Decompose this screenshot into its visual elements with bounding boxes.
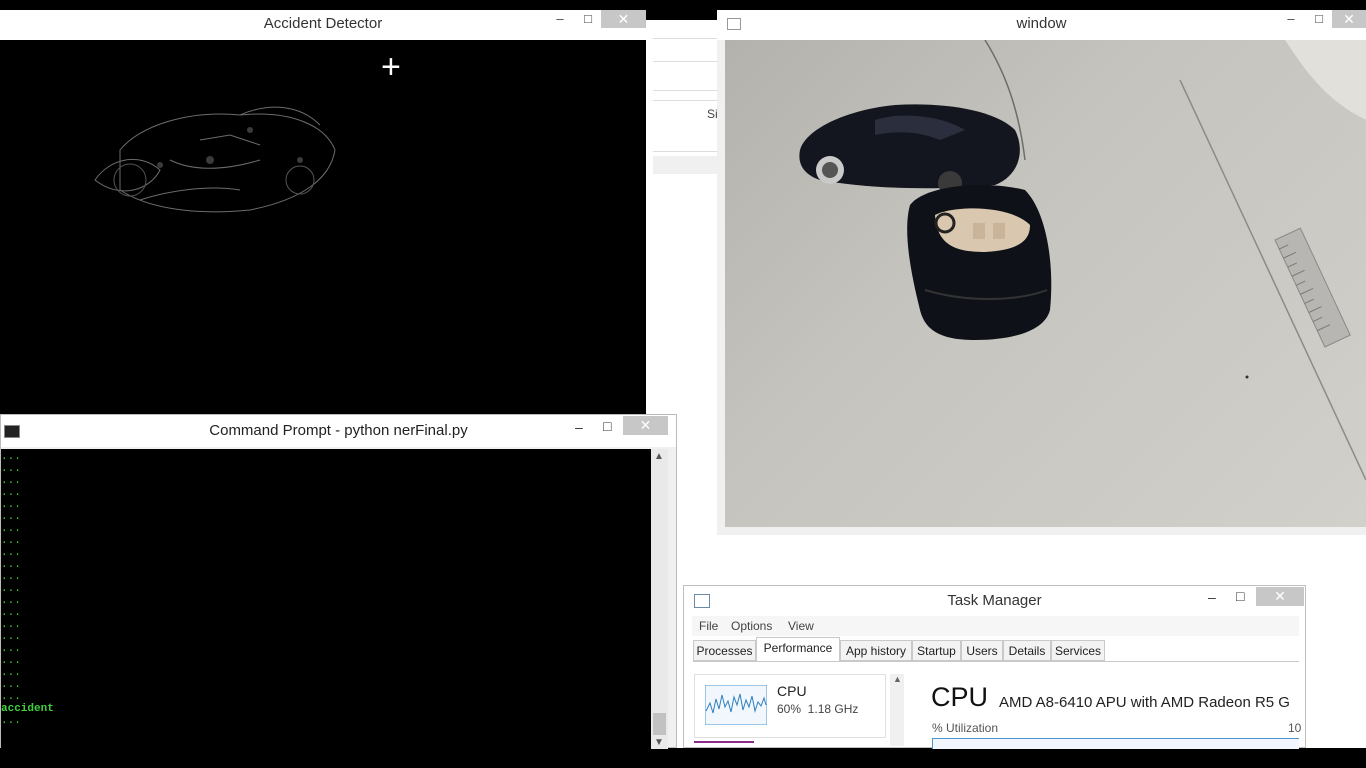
cpu-card-stats: 60% 1.18 GHz — [777, 702, 859, 716]
close-button[interactable]: ✕ — [1256, 587, 1304, 606]
scroll-down-icon[interactable]: ▼ — [654, 737, 664, 748]
console-line: ... — [1, 643, 21, 655]
tab-details[interactable]: Details — [1003, 640, 1051, 661]
utilization-max: 10 — [1288, 721, 1302, 735]
task-manager-window[interactable]: Task Manager – □ ✕ File Options View Pro… — [683, 585, 1306, 749]
camera-image — [799, 40, 1366, 481]
video-frame — [725, 40, 1366, 527]
minimize-button[interactable]: – — [1283, 10, 1299, 30]
video-window[interactable]: window – □ ✕ — [717, 10, 1366, 535]
minimize-button[interactable]: – — [575, 419, 583, 435]
console-line: ... — [1, 559, 21, 571]
menu-options[interactable]: Options — [731, 619, 772, 633]
close-button[interactable]: ✕ — [601, 10, 646, 28]
accident-window-titlebar[interactable]: Accident Detector – □ ✕ — [0, 10, 646, 41]
console-line: ... — [1, 523, 21, 535]
strip-row — [653, 68, 717, 91]
tab-processes[interactable]: Processes — [693, 640, 756, 661]
console-line: ... — [1, 511, 21, 523]
console-line: ... — [1, 631, 21, 643]
memory-card-hint — [694, 741, 754, 749]
tab-services[interactable]: Services — [1051, 640, 1105, 661]
menu-view[interactable]: View — [788, 619, 814, 633]
console-output[interactable]: ... ... ... ... ... ... ... ... ... ... … — [1, 449, 651, 749]
console-line: ... — [1, 595, 21, 607]
maximize-button[interactable]: □ — [1236, 588, 1244, 604]
cpu-card-label: CPU — [777, 683, 807, 699]
console-line: ... — [1, 715, 21, 727]
console-line: ... — [1, 487, 21, 499]
menu-bar: File Options View — [692, 616, 1299, 636]
tab-divider — [693, 661, 1299, 662]
console-line-accident: accident — [1, 703, 54, 715]
maximize-button[interactable]: □ — [603, 418, 611, 434]
strip-row — [653, 38, 717, 62]
perf-list-scrollbar[interactable]: ▲ — [890, 674, 904, 746]
tab-performance[interactable]: Performance — [756, 637, 840, 662]
crosshair-cursor-icon: + — [381, 48, 401, 86]
maximize-button[interactable]: □ — [1309, 10, 1329, 30]
utilization-graph — [932, 738, 1299, 749]
console-line: ... — [1, 499, 21, 511]
cpu-card[interactable]: CPU 60% 1.18 GHz — [694, 674, 886, 738]
console-line: ... — [1, 463, 21, 475]
accident-detector-window[interactable]: Accident Detector – □ ✕ + — [0, 10, 646, 415]
console-line: ... — [1, 475, 21, 487]
difference-frame-image — [94, 106, 336, 213]
utilization-label: % Utilization — [932, 721, 999, 735]
tab-app-history[interactable]: App history — [840, 640, 912, 661]
scroll-up-icon[interactable]: ▲ — [893, 674, 902, 684]
app-icon — [727, 18, 741, 30]
console-line: ... — [1, 535, 21, 547]
command-prompt-titlebar[interactable]: Command Prompt - python nerFinal.py – □ … — [1, 415, 676, 447]
minimize-button[interactable]: – — [552, 10, 568, 30]
console-line: ... — [1, 571, 21, 583]
difference-frame-canvas: + — [0, 40, 646, 415]
scrollbar-thumb[interactable] — [653, 713, 666, 735]
strip-row — [653, 156, 717, 174]
console-line: ... — [1, 583, 21, 595]
close-button[interactable]: ✕ — [1332, 10, 1366, 28]
maximize-button[interactable]: □ — [578, 10, 598, 30]
strip-row: Si — [653, 100, 718, 152]
accident-window-title: Accident Detector — [263, 15, 383, 32]
processor-name: AMD A8-6410 APU with AMD Radeon R5 G — [999, 694, 1290, 711]
close-button[interactable]: ✕ — [623, 416, 668, 435]
background-window-strip: Si — [653, 20, 718, 180]
console-line: ... — [1, 655, 21, 667]
video-window-title: window — [1016, 15, 1067, 32]
tab-startup[interactable]: Startup — [912, 640, 961, 661]
video-window-titlebar[interactable]: window – □ ✕ — [717, 10, 1366, 40]
tab-users[interactable]: Users — [961, 640, 1003, 661]
console-line: ... — [1, 451, 21, 463]
console-line: ... — [1, 547, 21, 559]
console-line: ... — [1, 607, 21, 619]
command-prompt-window[interactable]: Command Prompt - python nerFinal.py – □ … — [0, 414, 677, 749]
console-line: ... — [1, 679, 21, 691]
console-line: ... — [1, 619, 21, 631]
menu-file[interactable]: File — [699, 619, 718, 633]
console-line: ... — [1, 691, 21, 703]
console-scrollbar[interactable]: ▲ ▼ — [651, 449, 668, 749]
scroll-up-icon[interactable]: ▲ — [654, 451, 664, 462]
cpu-heading: CPU — [931, 682, 989, 712]
console-line: ... — [1, 667, 21, 679]
cpu-sparkline — [705, 685, 767, 725]
minimize-button[interactable]: – — [1208, 589, 1216, 605]
